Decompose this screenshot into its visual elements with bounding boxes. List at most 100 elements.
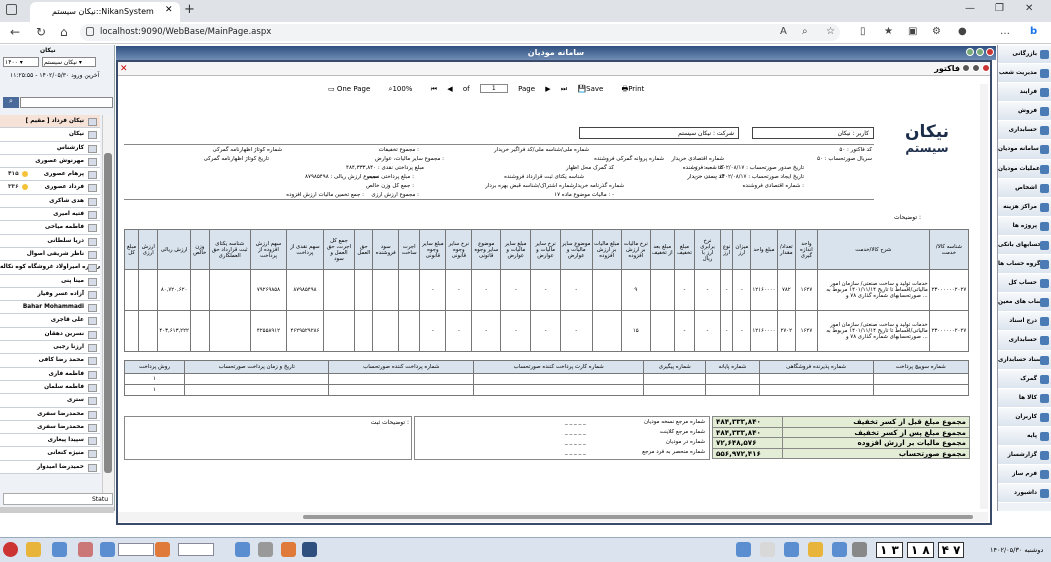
user-list-item[interactable]: پرهام عصوری ۴۱۵ [0, 168, 100, 182]
windows-icon[interactable] [52, 542, 67, 557]
favorite-icon[interactable]: ☆ [826, 26, 835, 37]
user-list-item[interactable]: مینا پنی [0, 274, 100, 288]
zoom-button[interactable]: ⌕100% [389, 85, 421, 94]
mail-icon[interactable] [155, 542, 170, 557]
read-aloud-icon[interactable]: A [780, 26, 787, 37]
user-list-item[interactable]: ناظر شریفی اصوال [0, 247, 100, 262]
user-list-item[interactable]: محمدرضا سفری [0, 420, 100, 435]
stop-icon[interactable] [962, 64, 970, 72]
user-list-item[interactable]: مهرنوش عصوری [0, 154, 100, 169]
user-list-item[interactable]: فاطمه سلمان [0, 380, 100, 395]
year-select[interactable]: ۱۴۰۰ ▾ [3, 57, 39, 67]
users-icon[interactable] [78, 542, 93, 557]
menu-item[interactable]: داشبورد [998, 484, 1051, 504]
zoom-icon[interactable]: ⌕ [802, 26, 808, 37]
user-list-item[interactable]: کارشناس [0, 141, 100, 155]
taskbar-input-1[interactable] [118, 543, 154, 556]
scrollbar-thumb[interactable] [303, 515, 973, 519]
url-field[interactable]: localhost:9090/WebBase/MainPage.aspx [80, 24, 840, 41]
user-list-item[interactable]: نیکان [0, 128, 100, 142]
menu-item[interactable]: فرم ساز [998, 465, 1051, 485]
page-number-input[interactable]: 1 [479, 84, 508, 93]
split-screen-icon[interactable]: ▯ [860, 26, 866, 37]
menu-item[interactable]: پروژه ها [998, 216, 1051, 236]
close-report-icon[interactable]: ✕ [120, 64, 128, 74]
user-list-item[interactable]: منیژه کنعانی [0, 447, 100, 461]
calendar-icon[interactable] [235, 542, 250, 557]
user-list-item[interactable]: فتیه امیری [0, 208, 100, 222]
menu-item[interactable]: اشخاص [998, 178, 1051, 198]
last-page-icon[interactable]: ⏭ [561, 85, 567, 94]
menu-item[interactable]: عملیات مودیان [998, 159, 1051, 179]
user-list-item[interactable]: نیکان فرداد [ مقیم ] [0, 115, 100, 129]
menu-item[interactable]: بازرگانی [998, 45, 1051, 65]
menu-item[interactable]: مراکز هزینه [998, 197, 1051, 217]
menu-item[interactable]: گزارشساز [998, 445, 1051, 466]
favorites-icon[interactable]: ★ [884, 26, 893, 37]
sidebar-toggle-icon[interactable] [6, 4, 17, 15]
menu-item[interactable]: سامانه مودیان [998, 140, 1051, 160]
user-list-item[interactable]: فاطمه فاری [0, 367, 100, 381]
user-list-item[interactable]: سپیدا پیغاری [0, 434, 100, 448]
user-list-item[interactable]: ستری [0, 394, 100, 408]
close-tab-icon[interactable]: ✕ [165, 5, 173, 15]
user-list-item[interactable]: محمد رضا کافی [0, 354, 100, 368]
home-icon[interactable]: ⌂ [60, 25, 68, 39]
report-horizontal-scrollbar[interactable] [118, 512, 988, 522]
user-list-item[interactable]: هدی شاکری [0, 194, 100, 209]
menu-item[interactable]: حساب های معین [998, 293, 1051, 313]
tool-icon-1[interactable] [736, 542, 751, 557]
user-list-item[interactable]: حمیدرضا امیدوار [0, 460, 100, 475]
user-search-input[interactable] [20, 97, 113, 108]
new-tab-button[interactable]: + [184, 2, 195, 17]
refresh-icon[interactable]: ↻ [36, 25, 46, 39]
menu-item[interactable]: فرایند [998, 83, 1051, 103]
power-icon[interactable] [3, 542, 18, 557]
minimize-icon[interactable]: — [965, 3, 975, 14]
contacts-icon[interactable] [100, 542, 115, 557]
copilot-icon[interactable]: b [1030, 26, 1037, 37]
tool-icon-4[interactable] [808, 542, 823, 557]
one-page-button[interactable]: ▭ One Page [328, 85, 378, 93]
tool-icon-6[interactable] [852, 542, 867, 557]
collections-icon[interactable]: ▣ [908, 26, 917, 37]
company-select[interactable]: نیکان سیستم ▾ [42, 57, 96, 67]
user-list-item[interactable]: فاطمه میاحی [0, 221, 100, 235]
nikan-logo-icon[interactable] [302, 542, 317, 557]
next-page-icon[interactable]: ▶ [545, 85, 550, 93]
extensions-icon[interactable]: ⚙ [932, 26, 941, 37]
user-list-item[interactable]: ارزنا رجبی [0, 341, 100, 355]
menu-item[interactable]: حساب کل [998, 274, 1051, 294]
scrollbar-thumb[interactable] [104, 153, 112, 473]
user-list-item[interactable]: محمدرضا سفری [0, 407, 100, 421]
menu-item[interactable]: مدیریت شعب [998, 64, 1051, 84]
user-list-item[interactable]: آزاده عسر وفیار [0, 287, 100, 302]
back-icon[interactable]: ← [10, 25, 20, 39]
user-list-item[interactable]: Bahar Mohammadi [0, 301, 100, 315]
tool-icon-2[interactable] [760, 542, 775, 557]
report-vertical-scrollbar[interactable] [980, 84, 988, 509]
more-icon[interactable]: … [1000, 26, 1010, 37]
menu-item[interactable]: گمرک [998, 369, 1051, 389]
user-list-item[interactable]: نسرین دهقان [0, 327, 100, 342]
message-icon[interactable] [281, 542, 296, 557]
menu-item[interactable]: فروش [998, 102, 1051, 122]
save-button[interactable]: 💾Save [577, 85, 611, 93]
tool-icon-5[interactable] [832, 542, 847, 557]
profile-icon[interactable]: ● [958, 26, 967, 37]
help-icon[interactable] [258, 542, 273, 557]
menu-item[interactable]: گروه حساب ها [998, 255, 1051, 275]
user-list-item[interactable]: سلمی قره امیراولاد غروشگاه کوه نکاله [0, 261, 100, 275]
taskbar-input-2[interactable] [178, 543, 214, 556]
close-window-icon[interactable]: ✕ [1025, 3, 1033, 14]
notes-icon[interactable] [26, 542, 41, 557]
user-list-item[interactable]: علی قاجری [0, 314, 100, 328]
minimize-app-icon[interactable] [966, 48, 974, 56]
menu-item[interactable]: حسابداری [998, 121, 1051, 141]
pause-icon[interactable] [972, 64, 980, 72]
restore-app-icon[interactable] [976, 48, 984, 56]
menu-item[interactable]: حسابهای بانکی [998, 235, 1051, 256]
menu-item[interactable]: حسابداری [998, 331, 1051, 351]
menu-item[interactable]: اسناد حسابداری [998, 350, 1051, 370]
menu-item[interactable]: کالا ها [998, 388, 1051, 408]
